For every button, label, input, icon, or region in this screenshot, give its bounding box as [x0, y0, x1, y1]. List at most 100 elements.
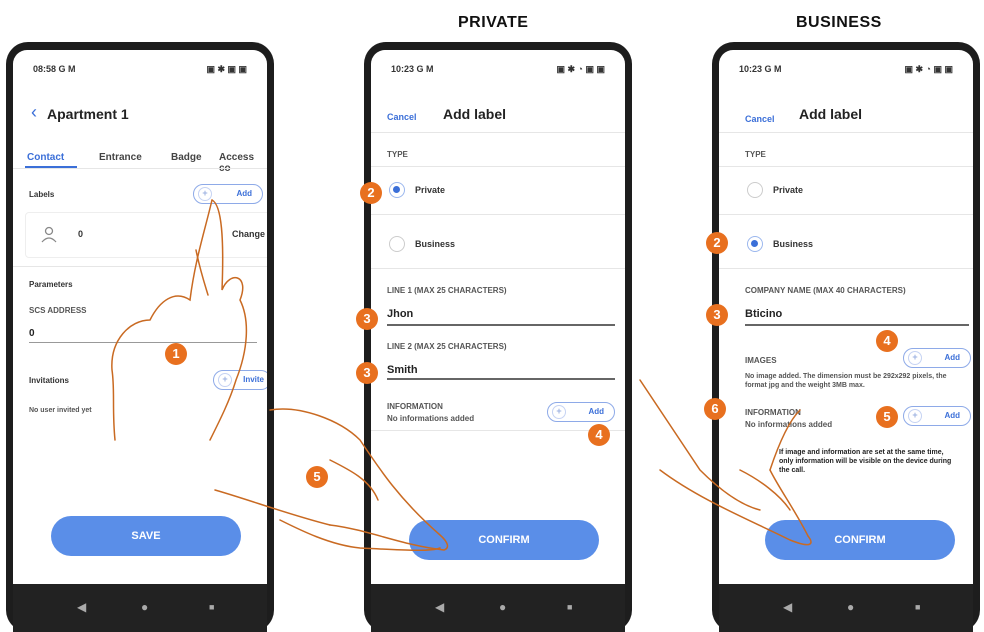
line2-underline: [387, 378, 615, 380]
tab-badge[interactable]: Badge: [171, 152, 202, 163]
status-bar: 08:58 G M ▣ ✱ ▣ ▣: [33, 64, 247, 75]
divider: [371, 214, 625, 215]
cancel-link[interactable]: Cancel: [387, 112, 417, 122]
invitations-title: Invitations: [29, 376, 70, 385]
information-label: INFORMATION: [387, 402, 443, 411]
android-nav-bar: ◀ ● ■: [719, 584, 973, 632]
status-time: 10:23 G M: [739, 64, 782, 74]
radio-business[interactable]: [389, 236, 405, 252]
callout-badge: 5: [876, 406, 898, 428]
confirm-button[interactable]: CONFIRM: [409, 520, 599, 560]
save-button[interactable]: SAVE: [51, 516, 241, 556]
screen-business: 10:23 G M ▣ ✱ ◔ ▣ ▣ Cancel Add label TYP…: [719, 50, 973, 584]
line1-field[interactable]: Jhon: [387, 308, 413, 320]
page-title: Add label: [799, 106, 863, 122]
no-invite-text: No user invited yet: [29, 407, 92, 414]
add-image-button[interactable]: + Add: [903, 348, 971, 368]
company-name-field[interactable]: Bticino: [745, 308, 782, 320]
add-information-text: Add: [588, 407, 604, 416]
scs-address-value[interactable]: 0: [29, 328, 35, 339]
nav-home-icon[interactable]: ●: [141, 600, 148, 614]
cancel-link[interactable]: Cancel: [745, 114, 775, 124]
nav-back-icon[interactable]: ◀: [783, 600, 792, 614]
divider: [371, 430, 625, 431]
nav-back-icon[interactable]: ◀: [435, 600, 444, 614]
status-icons: ▣ ✱ ◔ ▣ ▣: [556, 64, 606, 74]
callout-badge: 1: [165, 343, 187, 365]
radio-private-label: Private: [415, 185, 446, 195]
images-label: IMAGES: [745, 356, 777, 365]
information-label: INFORMATION: [745, 408, 801, 417]
chevron-left-icon[interactable]: ‹: [31, 102, 37, 123]
android-nav-bar: ◀ ● ■: [371, 584, 625, 632]
type-label: TYPE: [745, 150, 766, 159]
divider: [719, 166, 973, 167]
plus-icon: +: [198, 187, 212, 201]
status-icons: ▣ ✱ ◔ ▣ ▣: [904, 64, 954, 74]
information-empty: No informations added: [387, 414, 475, 423]
change-link[interactable]: Change: [232, 229, 265, 239]
callout-badge: 2: [706, 232, 728, 254]
tab-access[interactable]: Access co: [219, 152, 267, 174]
callout-badge: 2: [360, 182, 382, 204]
confirm-button[interactable]: CONFIRM: [765, 520, 955, 560]
nav-home-icon[interactable]: ●: [847, 600, 854, 614]
screen-private: 10:23 G M ▣ ✱ ◔ ▣ ▣ Cancel Add label TYP…: [371, 50, 625, 584]
callout-badge: 3: [356, 308, 378, 330]
phone-private: 10:23 G M ▣ ✱ ◔ ▣ ▣ Cancel Add label TYP…: [364, 42, 632, 632]
company-name-underline: [745, 324, 969, 326]
divider: [719, 268, 973, 269]
heading-private: PRIVATE: [458, 14, 529, 31]
nav-recent-icon[interactable]: ■: [567, 602, 572, 612]
line1-label: LINE 1 (MAX 25 CHARACTERS): [387, 286, 507, 295]
labels-title: Labels: [29, 190, 55, 199]
radio-private[interactable]: [389, 182, 405, 198]
phone-apartment: 08:58 G M ▣ ✱ ▣ ▣ ‹ Apartment 1 Contact …: [6, 42, 274, 632]
nav-back-icon[interactable]: ◀: [77, 600, 86, 614]
status-icons: ▣ ✱ ▣ ▣: [206, 64, 247, 74]
information-empty: No informations added: [745, 420, 833, 429]
divider: [13, 266, 267, 267]
divider: [371, 166, 625, 167]
status-time: 10:23 G M: [391, 64, 434, 74]
information-note: If image and information are set at the …: [779, 449, 952, 474]
add-information-text: Add: [944, 411, 960, 420]
parameters-title: Parameters: [29, 280, 73, 289]
user-icon: [41, 226, 57, 243]
images-hint: No image added. The dimension must be 29…: [745, 373, 947, 389]
radio-private-label: Private: [773, 185, 804, 195]
line2-field[interactable]: Smith: [387, 364, 418, 376]
callout-badge: 4: [876, 330, 898, 352]
status-time: 08:58 G M: [33, 64, 76, 74]
status-bar: 10:23 G M ▣ ✱ ◔ ▣ ▣: [391, 64, 605, 75]
invite-button[interactable]: + Invite: [213, 370, 267, 390]
callout-badge: 5: [306, 466, 328, 488]
radio-private[interactable]: [747, 182, 763, 198]
invite-text: Invite: [243, 375, 264, 384]
nav-recent-icon[interactable]: ■: [915, 602, 920, 612]
android-nav-bar: ◀ ● ■: [13, 584, 267, 632]
line2-label: LINE 2 (MAX 25 CHARACTERS): [387, 342, 507, 351]
heading-business: BUSINESS: [796, 14, 882, 31]
page-title: Add label: [443, 106, 507, 122]
radio-business-label: Business: [773, 239, 814, 249]
scs-address-label: SCS ADDRESS: [29, 306, 87, 315]
tab-entrance[interactable]: Entrance: [99, 152, 142, 163]
add-information-button[interactable]: + Add: [903, 406, 971, 426]
nav-recent-icon[interactable]: ■: [209, 602, 214, 612]
line1-underline: [387, 324, 615, 326]
label-count: 0: [78, 229, 84, 239]
add-information-button[interactable]: + Add: [547, 402, 615, 422]
plus-icon: +: [552, 405, 566, 419]
tab-contact[interactable]: Contact: [27, 152, 64, 163]
radio-business[interactable]: [747, 236, 763, 252]
status-bar: 10:23 G M ▣ ✱ ◔ ▣ ▣: [739, 64, 953, 75]
add-label-text: Add: [236, 189, 252, 198]
add-label-button[interactable]: + Add: [193, 184, 263, 204]
callout-badge: 3: [356, 362, 378, 384]
divider: [371, 268, 625, 269]
type-label: TYPE: [387, 150, 408, 159]
add-image-text: Add: [944, 353, 960, 362]
nav-home-icon[interactable]: ●: [499, 600, 506, 614]
callout-badge: 4: [588, 424, 610, 446]
